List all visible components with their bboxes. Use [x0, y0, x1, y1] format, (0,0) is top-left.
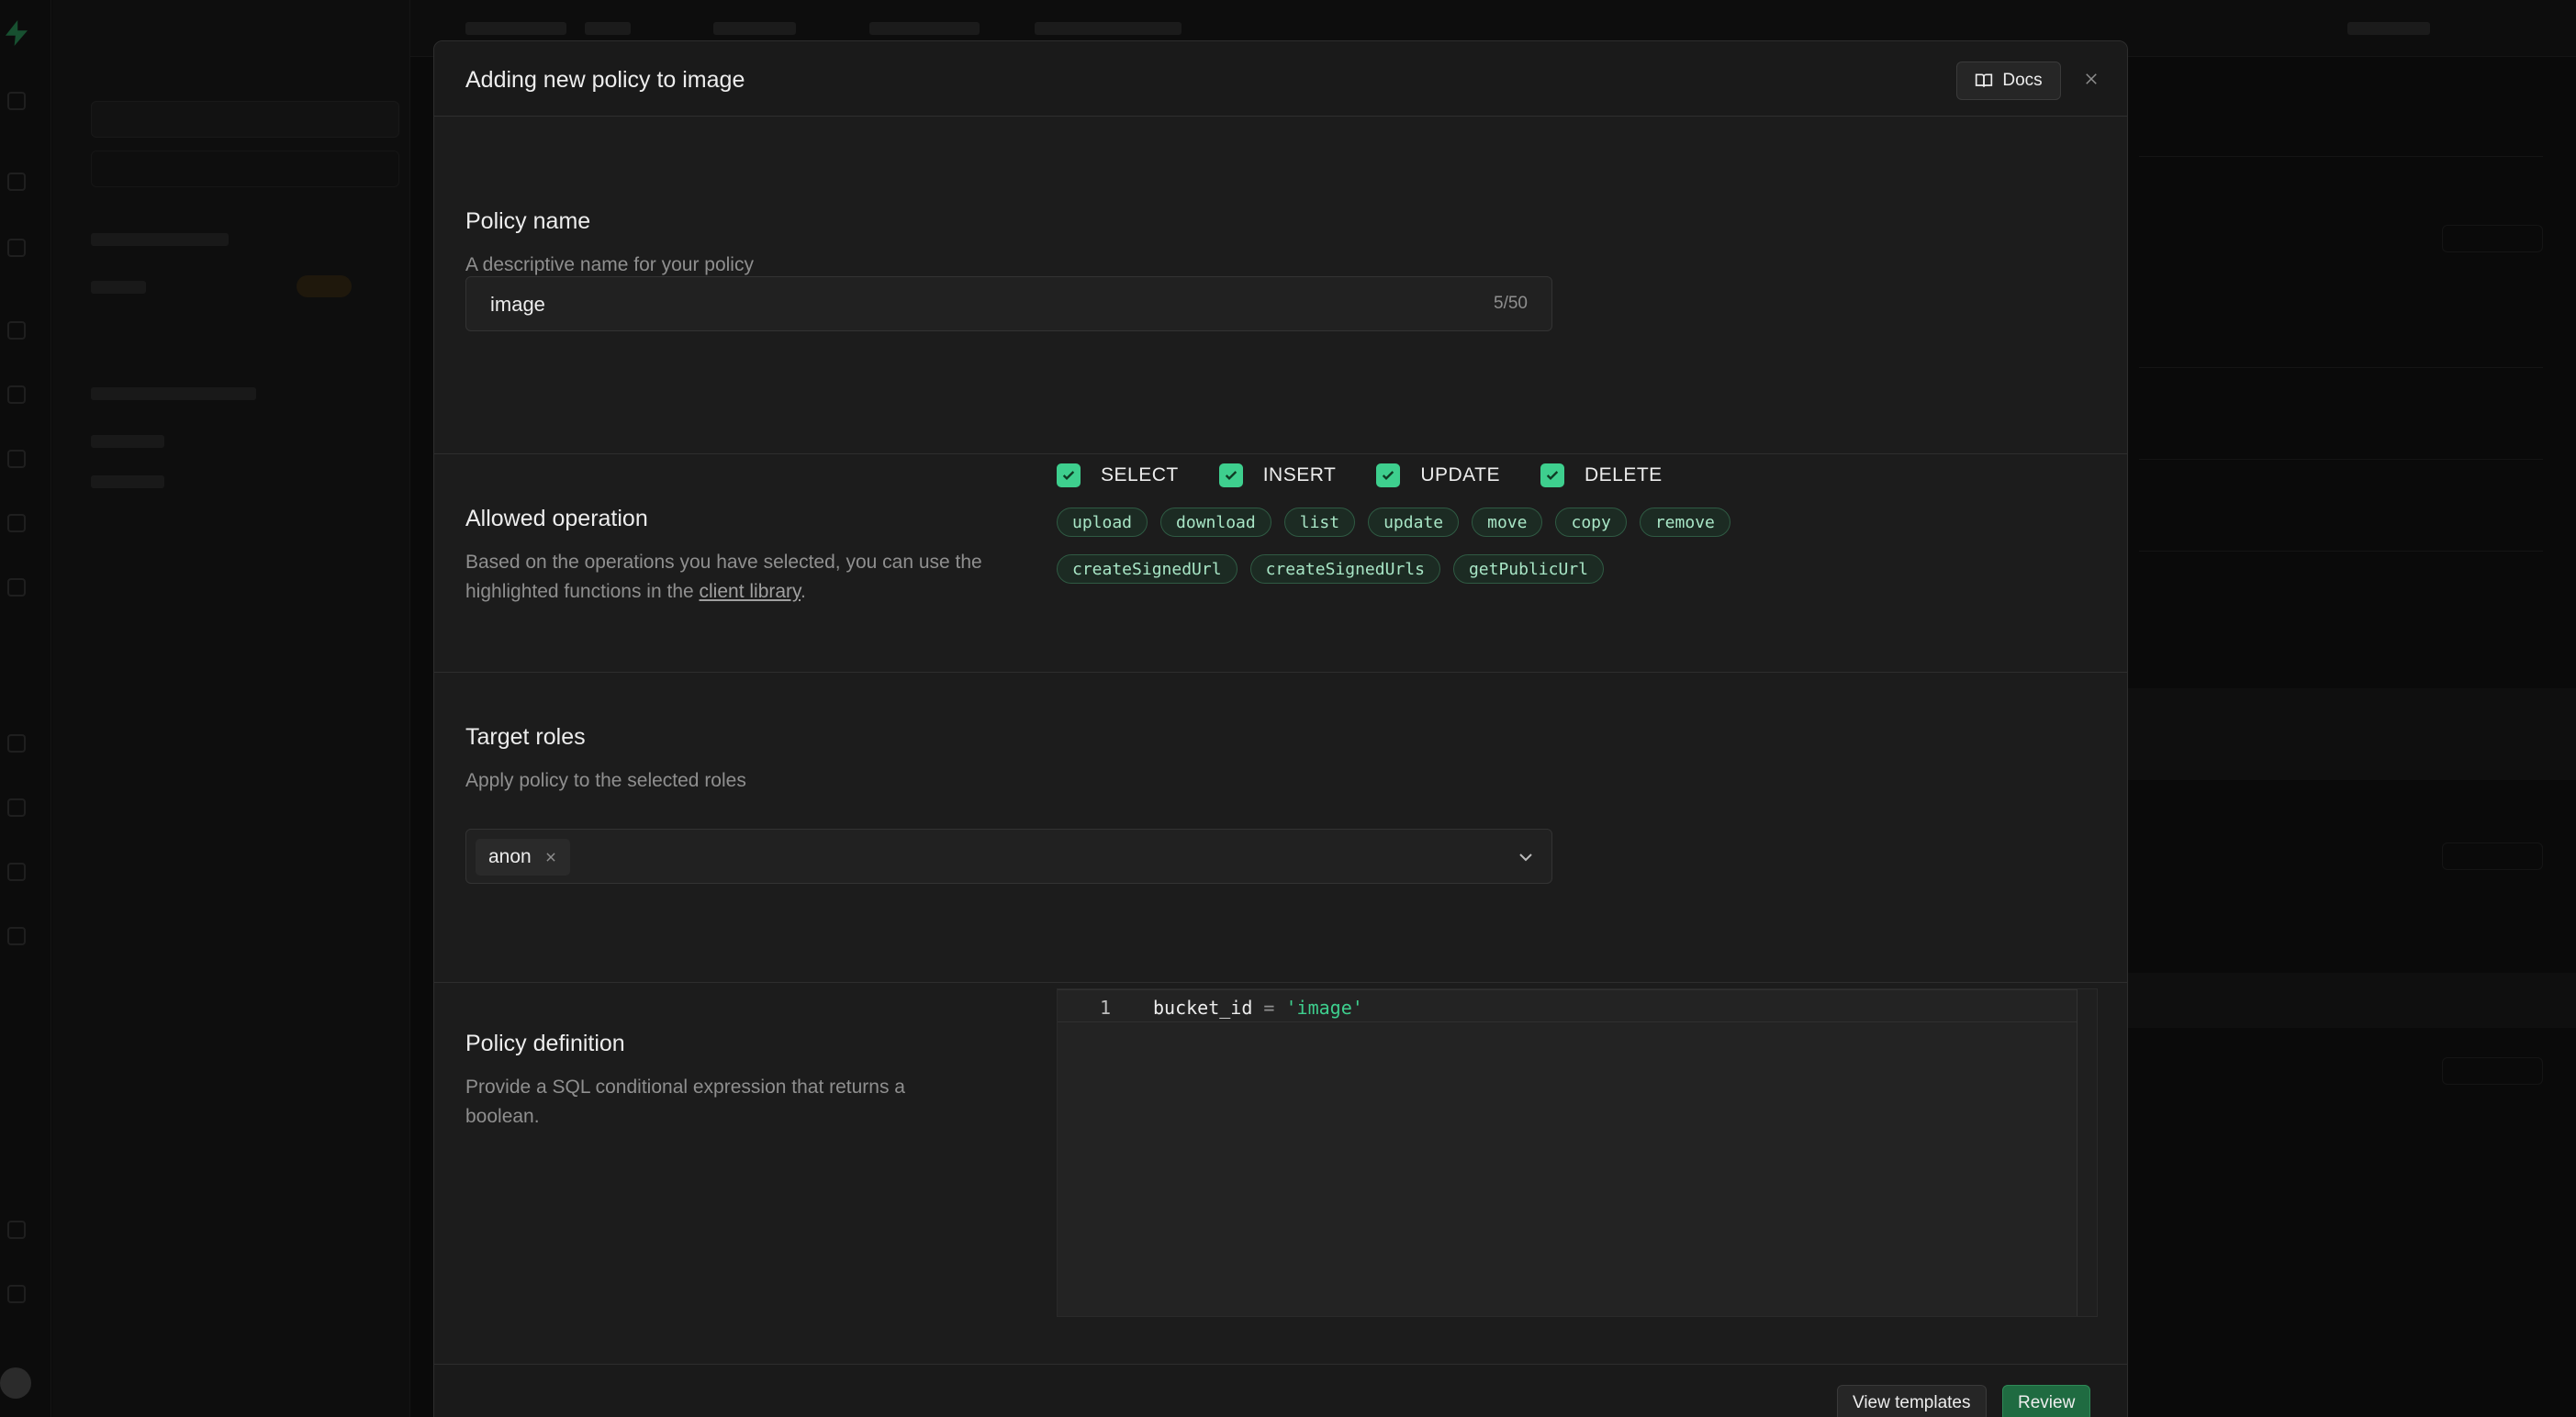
function-tag: list — [1283, 508, 1356, 537]
allowed-operation-description: Based on the operations you have selecte… — [465, 548, 1007, 607]
function-tag: update — [1368, 508, 1460, 537]
code-lhs: bucket_id — [1153, 997, 1253, 1019]
function-tag: getPublicUrl — [1452, 554, 1604, 584]
checkbox-label: UPDATE — [1420, 464, 1500, 485]
checkbox-delete[interactable]: DELETE — [1540, 463, 1663, 487]
close-button[interactable] — [2078, 65, 2105, 93]
function-tags-row-2: createSignedUrl createSignedUrls getPubl… — [1057, 554, 1604, 584]
function-tag: upload — [1057, 508, 1148, 537]
chip-remove-icon[interactable] — [544, 851, 557, 864]
chevron-down-icon[interactable] — [1515, 846, 1537, 868]
book-icon — [1976, 73, 1993, 87]
checkbox-update[interactable]: UPDATE — [1376, 463, 1500, 487]
modal-footer: View templates Review — [434, 1365, 2127, 1417]
modal-title: Adding new policy to image — [465, 67, 745, 93]
review-button[interactable]: Review — [2002, 1385, 2091, 1417]
char-counter: 5/50 — [1494, 294, 1528, 313]
policy-name-value: image — [490, 293, 545, 316]
function-tag: copy — [1555, 508, 1627, 537]
code-line[interactable]: bucket_id = 'image' — [1153, 997, 1363, 1019]
check-icon — [1383, 471, 1394, 480]
line-number: 1 — [1100, 997, 1112, 1019]
function-tag: download — [1160, 508, 1271, 537]
editor-scrollbar[interactable] — [2077, 989, 2097, 1316]
checkbox-select[interactable]: SELECT — [1057, 463, 1179, 487]
roles-select[interactable]: anon — [465, 829, 1552, 884]
checkbox-label: SELECT — [1101, 464, 1179, 485]
app-root: Adding new policy to image Docs Policy n… — [0, 0, 2576, 1417]
allowed-operation-title: Allowed operation — [465, 506, 648, 531]
checkbox-insert[interactable]: INSERT — [1218, 463, 1337, 487]
checkbox-box[interactable] — [1376, 463, 1401, 487]
target-roles-description: Apply policy to the selected roles — [465, 770, 746, 791]
role-chip-label: anon — [488, 846, 532, 867]
check-icon — [1546, 471, 1559, 480]
operation-checkboxes: SELECT INSERT UPDATE DELETE — [1057, 463, 1703, 487]
code-string: 'image' — [1285, 997, 1363, 1019]
check-icon — [1225, 471, 1237, 480]
checkbox-box[interactable] — [1540, 463, 1564, 487]
modal-header: Adding new policy to image Docs — [434, 41, 2127, 117]
view-templates-button[interactable]: View templates — [1837, 1385, 1987, 1417]
docs-button-label: Docs — [2002, 71, 2043, 90]
policy-modal: Adding new policy to image Docs Policy n… — [433, 40, 2128, 1417]
checkbox-box[interactable] — [1057, 463, 1081, 487]
function-tag: move — [1472, 508, 1543, 537]
checkbox-label: INSERT — [1262, 464, 1337, 485]
check-icon — [1062, 471, 1075, 480]
policy-name-input[interactable]: image 5/50 — [465, 276, 1552, 331]
allowed-operation-desc-suffix: . — [801, 581, 806, 602]
sql-editor[interactable]: 1 bucket_id = 'image' — [1057, 988, 2098, 1317]
function-tag: createSignedUrls — [1249, 554, 1440, 584]
close-icon — [2086, 73, 2097, 84]
checkbox-box[interactable] — [1218, 463, 1243, 487]
target-roles-title: Target roles — [465, 724, 586, 750]
function-tags-row-1: upload download list update move copy re… — [1057, 508, 1730, 537]
client-library-link[interactable]: client library — [700, 581, 801, 602]
role-chip-anon: anon — [476, 839, 570, 876]
policy-definition-title: Policy definition — [465, 1031, 625, 1056]
policy-definition-description: Provide a SQL conditional expression tha… — [465, 1077, 905, 1127]
docs-button[interactable]: Docs — [1956, 61, 2061, 100]
function-tag: remove — [1639, 508, 1730, 537]
code-operator: = — [1263, 997, 1275, 1019]
checkbox-label: DELETE — [1584, 464, 1663, 485]
function-tag: createSignedUrl — [1057, 554, 1238, 584]
policy-name-title: Policy name — [465, 208, 591, 234]
target-roles-section: Target roles Apply policy to the selecte… — [434, 673, 2127, 983]
